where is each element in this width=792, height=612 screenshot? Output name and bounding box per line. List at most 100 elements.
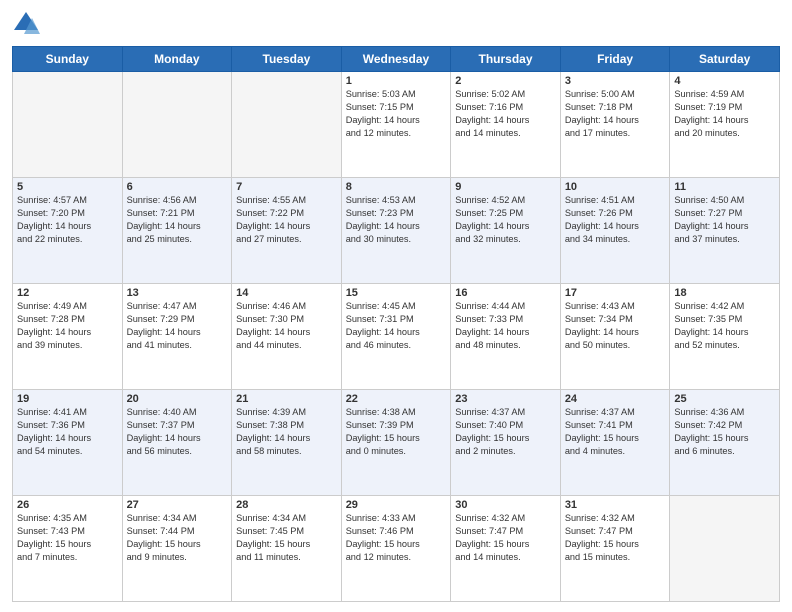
day-info: Sunrise: 4:51 AM Sunset: 7:26 PM Dayligh… (565, 194, 666, 246)
day-number: 21 (236, 393, 337, 405)
day-info: Sunrise: 4:37 AM Sunset: 7:41 PM Dayligh… (565, 406, 666, 458)
calendar-day-cell: 30Sunrise: 4:32 AM Sunset: 7:47 PM Dayli… (451, 496, 561, 602)
calendar-day-cell: 1Sunrise: 5:03 AM Sunset: 7:15 PM Daylig… (341, 72, 451, 178)
day-info: Sunrise: 4:55 AM Sunset: 7:22 PM Dayligh… (236, 194, 337, 246)
day-number: 7 (236, 181, 337, 193)
day-number: 25 (674, 393, 775, 405)
day-info: Sunrise: 4:45 AM Sunset: 7:31 PM Dayligh… (346, 300, 447, 352)
calendar-day-cell: 29Sunrise: 4:33 AM Sunset: 7:46 PM Dayli… (341, 496, 451, 602)
calendar-day-header: Sunday (13, 47, 123, 72)
day-info: Sunrise: 4:32 AM Sunset: 7:47 PM Dayligh… (455, 512, 556, 564)
calendar-day-cell: 8Sunrise: 4:53 AM Sunset: 7:23 PM Daylig… (341, 178, 451, 284)
calendar-week-row: 12Sunrise: 4:49 AM Sunset: 7:28 PM Dayli… (13, 284, 780, 390)
calendar-day-cell: 4Sunrise: 4:59 AM Sunset: 7:19 PM Daylig… (670, 72, 780, 178)
calendar-day-cell: 19Sunrise: 4:41 AM Sunset: 7:36 PM Dayli… (13, 390, 123, 496)
calendar-day-header: Tuesday (232, 47, 342, 72)
day-info: Sunrise: 4:57 AM Sunset: 7:20 PM Dayligh… (17, 194, 118, 246)
day-info: Sunrise: 4:33 AM Sunset: 7:46 PM Dayligh… (346, 512, 447, 564)
day-info: Sunrise: 4:52 AM Sunset: 7:25 PM Dayligh… (455, 194, 556, 246)
day-info: Sunrise: 4:36 AM Sunset: 7:42 PM Dayligh… (674, 406, 775, 458)
day-number: 31 (565, 499, 666, 511)
calendar-day-cell: 26Sunrise: 4:35 AM Sunset: 7:43 PM Dayli… (13, 496, 123, 602)
calendar-day-cell: 17Sunrise: 4:43 AM Sunset: 7:34 PM Dayli… (560, 284, 670, 390)
day-number: 2 (455, 75, 556, 87)
day-number: 24 (565, 393, 666, 405)
calendar-day-cell: 10Sunrise: 4:51 AM Sunset: 7:26 PM Dayli… (560, 178, 670, 284)
calendar-day-cell: 18Sunrise: 4:42 AM Sunset: 7:35 PM Dayli… (670, 284, 780, 390)
day-info: Sunrise: 4:40 AM Sunset: 7:37 PM Dayligh… (127, 406, 228, 458)
day-info: Sunrise: 4:56 AM Sunset: 7:21 PM Dayligh… (127, 194, 228, 246)
calendar-day-cell: 28Sunrise: 4:34 AM Sunset: 7:45 PM Dayli… (232, 496, 342, 602)
day-info: Sunrise: 5:03 AM Sunset: 7:15 PM Dayligh… (346, 88, 447, 140)
calendar-day-cell: 23Sunrise: 4:37 AM Sunset: 7:40 PM Dayli… (451, 390, 561, 496)
calendar-day-cell (232, 72, 342, 178)
calendar-day-cell: 11Sunrise: 4:50 AM Sunset: 7:27 PM Dayli… (670, 178, 780, 284)
day-info: Sunrise: 4:32 AM Sunset: 7:47 PM Dayligh… (565, 512, 666, 564)
header (12, 10, 780, 38)
calendar-day-cell: 5Sunrise: 4:57 AM Sunset: 7:20 PM Daylig… (13, 178, 123, 284)
day-number: 8 (346, 181, 447, 193)
logo (12, 10, 44, 38)
day-info: Sunrise: 4:35 AM Sunset: 7:43 PM Dayligh… (17, 512, 118, 564)
calendar-day-header: Friday (560, 47, 670, 72)
day-number: 23 (455, 393, 556, 405)
day-info: Sunrise: 4:49 AM Sunset: 7:28 PM Dayligh… (17, 300, 118, 352)
day-number: 18 (674, 287, 775, 299)
day-number: 3 (565, 75, 666, 87)
day-info: Sunrise: 4:50 AM Sunset: 7:27 PM Dayligh… (674, 194, 775, 246)
calendar-day-cell: 3Sunrise: 5:00 AM Sunset: 7:18 PM Daylig… (560, 72, 670, 178)
calendar-day-cell: 12Sunrise: 4:49 AM Sunset: 7:28 PM Dayli… (13, 284, 123, 390)
day-info: Sunrise: 4:46 AM Sunset: 7:30 PM Dayligh… (236, 300, 337, 352)
calendar-day-cell: 9Sunrise: 4:52 AM Sunset: 7:25 PM Daylig… (451, 178, 561, 284)
calendar-day-header: Thursday (451, 47, 561, 72)
day-info: Sunrise: 5:02 AM Sunset: 7:16 PM Dayligh… (455, 88, 556, 140)
calendar-week-row: 26Sunrise: 4:35 AM Sunset: 7:43 PM Dayli… (13, 496, 780, 602)
day-number: 19 (17, 393, 118, 405)
page: SundayMondayTuesdayWednesdayThursdayFrid… (0, 0, 792, 612)
day-info: Sunrise: 4:37 AM Sunset: 7:40 PM Dayligh… (455, 406, 556, 458)
calendar-day-cell (13, 72, 123, 178)
day-number: 10 (565, 181, 666, 193)
day-info: Sunrise: 4:43 AM Sunset: 7:34 PM Dayligh… (565, 300, 666, 352)
day-number: 4 (674, 75, 775, 87)
day-info: Sunrise: 4:38 AM Sunset: 7:39 PM Dayligh… (346, 406, 447, 458)
day-info: Sunrise: 4:42 AM Sunset: 7:35 PM Dayligh… (674, 300, 775, 352)
day-number: 13 (127, 287, 228, 299)
day-info: Sunrise: 5:00 AM Sunset: 7:18 PM Dayligh… (565, 88, 666, 140)
day-number: 26 (17, 499, 118, 511)
day-info: Sunrise: 4:39 AM Sunset: 7:38 PM Dayligh… (236, 406, 337, 458)
day-number: 16 (455, 287, 556, 299)
calendar-day-header: Monday (122, 47, 232, 72)
calendar-day-header: Wednesday (341, 47, 451, 72)
day-number: 14 (236, 287, 337, 299)
calendar-week-row: 19Sunrise: 4:41 AM Sunset: 7:36 PM Dayli… (13, 390, 780, 496)
calendar-day-cell: 2Sunrise: 5:02 AM Sunset: 7:16 PM Daylig… (451, 72, 561, 178)
calendar-day-cell (122, 72, 232, 178)
day-number: 20 (127, 393, 228, 405)
day-number: 22 (346, 393, 447, 405)
day-info: Sunrise: 4:34 AM Sunset: 7:45 PM Dayligh… (236, 512, 337, 564)
calendar-day-cell: 13Sunrise: 4:47 AM Sunset: 7:29 PM Dayli… (122, 284, 232, 390)
calendar-day-cell: 6Sunrise: 4:56 AM Sunset: 7:21 PM Daylig… (122, 178, 232, 284)
calendar-day-cell: 24Sunrise: 4:37 AM Sunset: 7:41 PM Dayli… (560, 390, 670, 496)
day-number: 9 (455, 181, 556, 193)
calendar-day-cell: 14Sunrise: 4:46 AM Sunset: 7:30 PM Dayli… (232, 284, 342, 390)
day-info: Sunrise: 4:47 AM Sunset: 7:29 PM Dayligh… (127, 300, 228, 352)
day-number: 1 (346, 75, 447, 87)
calendar-day-cell: 27Sunrise: 4:34 AM Sunset: 7:44 PM Dayli… (122, 496, 232, 602)
logo-icon (12, 10, 40, 38)
day-number: 30 (455, 499, 556, 511)
day-number: 27 (127, 499, 228, 511)
day-number: 15 (346, 287, 447, 299)
calendar-week-row: 1Sunrise: 5:03 AM Sunset: 7:15 PM Daylig… (13, 72, 780, 178)
calendar-day-cell: 20Sunrise: 4:40 AM Sunset: 7:37 PM Dayli… (122, 390, 232, 496)
calendar-day-header: Saturday (670, 47, 780, 72)
day-number: 11 (674, 181, 775, 193)
calendar-day-cell: 31Sunrise: 4:32 AM Sunset: 7:47 PM Dayli… (560, 496, 670, 602)
calendar-day-cell: 22Sunrise: 4:38 AM Sunset: 7:39 PM Dayli… (341, 390, 451, 496)
calendar-day-cell: 16Sunrise: 4:44 AM Sunset: 7:33 PM Dayli… (451, 284, 561, 390)
day-number: 29 (346, 499, 447, 511)
day-info: Sunrise: 4:41 AM Sunset: 7:36 PM Dayligh… (17, 406, 118, 458)
day-number: 5 (17, 181, 118, 193)
day-number: 12 (17, 287, 118, 299)
